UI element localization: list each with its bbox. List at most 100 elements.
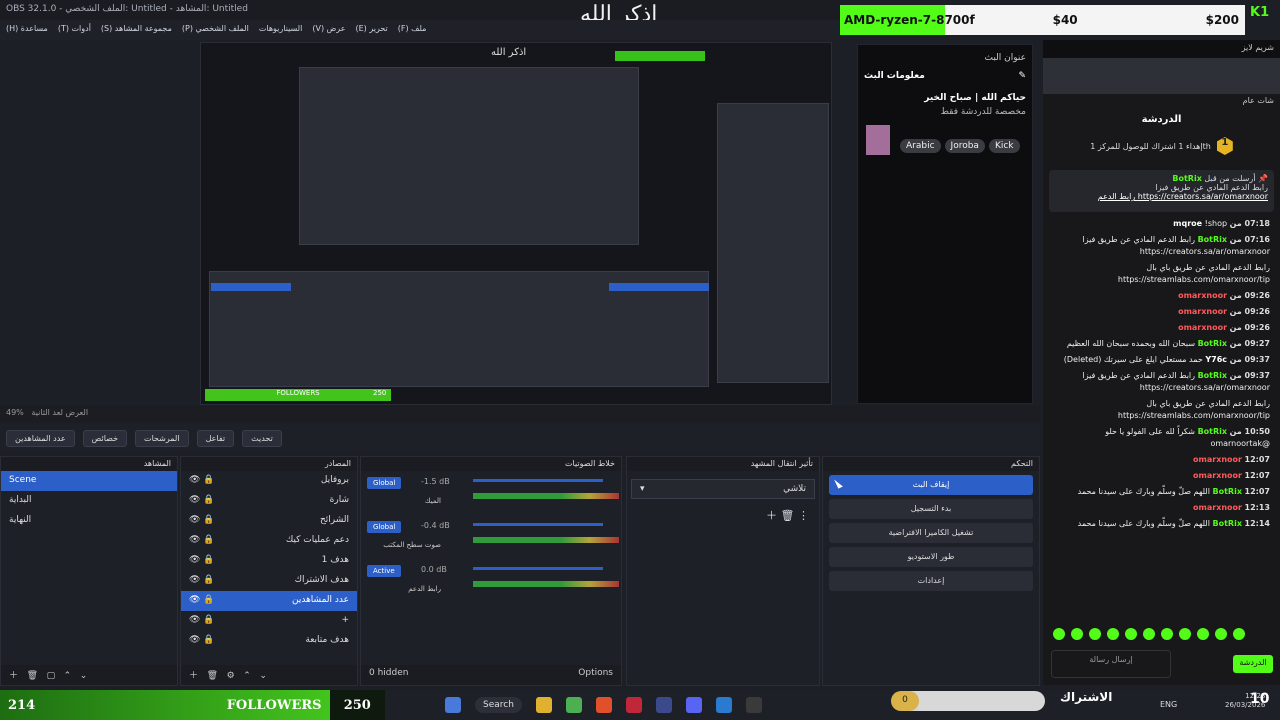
menu-scenarios[interactable]: السيناريوهات <box>259 24 302 36</box>
chat-send-button[interactable]: الدردشة <box>1233 655 1273 673</box>
chat-message: رابط الدعم المادي عن طريق باي بال https:… <box>1117 263 1270 284</box>
emote-icon[interactable] <box>1233 628 1245 640</box>
language-indicator[interactable]: ENG <box>1160 700 1177 709</box>
source-item[interactable]: 🔒 👁 شارة <box>181 491 357 511</box>
scene-item[interactable]: النهاية <box>1 511 177 531</box>
visibility-lock-icon[interactable]: 🔒 👁 <box>189 595 215 605</box>
preview-status-strip: 49% العرض لعد الثانية <box>0 405 1040 423</box>
emote-icon[interactable] <box>1053 628 1065 640</box>
stop-streaming-button[interactable]: إيقاف البث <box>829 475 1033 495</box>
scenes-title: المشاهد <box>1 457 177 471</box>
chrome-icon[interactable] <box>565 697 582 713</box>
chevron-down-icon: ▾ <box>640 484 645 494</box>
source-item[interactable]: 🔒 👁 دعم عمليات كيك <box>181 531 357 551</box>
source-item[interactable]: 🔒 👁 + <box>181 611 357 631</box>
app-icon[interactable] <box>625 697 642 713</box>
visibility-lock-icon[interactable]: 🔒 👁 <box>189 635 215 645</box>
taskbar-search[interactable]: Search <box>475 697 522 713</box>
pin-icon[interactable]: 📌 <box>1258 174 1268 183</box>
chat-input[interactable]: إرسال رسالة <box>1051 650 1171 678</box>
emote-icon[interactable] <box>1143 628 1155 640</box>
tag-arabic[interactable]: Arabic <box>900 139 941 153</box>
menu-edit[interactable]: تحرير (E) <box>355 24 387 36</box>
windows-start-icon[interactable] <box>445 697 461 713</box>
menu-profile[interactable]: الملف الشخصي (P) <box>182 24 249 36</box>
subscribe-text: الاشتراك <box>1060 690 1113 704</box>
chat-message: 12:14 BotRix اللهم صلّ وسلّم وبارك على س… <box>1077 519 1270 528</box>
subscribe-progress-badge: 0 <box>891 691 919 711</box>
menu-bar: ملف (F) تحرير (E) عرض (V) السيناريوهات ا… <box>0 20 840 40</box>
chat-video-strip <box>1043 58 1280 94</box>
volume-slider[interactable] <box>473 523 603 526</box>
emote-icon[interactable] <box>1071 628 1083 640</box>
menu-view[interactable]: عرض (V) <box>312 24 345 36</box>
visibility-lock-icon[interactable]: 🔒 👁 <box>189 575 215 585</box>
emote-icon[interactable] <box>1089 628 1101 640</box>
brave-icon[interactable] <box>595 697 612 713</box>
tag-joroba[interactable]: Joroba <box>944 139 985 153</box>
sources-title: المصادر <box>181 457 357 471</box>
source-item[interactable]: 🔒 👁 بروفايل <box>181 471 357 491</box>
settings-button[interactable]: إعدادات <box>829 571 1033 591</box>
volume-slider[interactable] <box>473 567 603 570</box>
interact-button[interactable]: تفاعل <box>196 429 235 447</box>
source-item[interactable]: 🔒 👁 هدف متابعة <box>181 631 357 651</box>
source-item[interactable]: 🔒 👁 هدف الاشتراك <box>181 571 357 591</box>
visibility-lock-icon[interactable]: 🔒 👁 <box>189 615 215 625</box>
file-explorer-icon[interactable] <box>535 697 552 713</box>
chat-message: 09:26 من omarxnoor <box>1178 307 1270 316</box>
transition-select[interactable]: تلاشي ▾ <box>631 479 815 499</box>
start-recording-button[interactable]: بدء التسجيل <box>829 499 1033 519</box>
visibility-lock-icon[interactable]: 🔒 👁 <box>189 495 215 505</box>
track-name: الميك <box>424 497 441 505</box>
chat-message: 07:16 من BotRix رابط الدعم المادي عن طري… <box>1082 235 1270 256</box>
preview-stop-button <box>609 283 709 291</box>
steam-icon[interactable] <box>655 697 672 713</box>
volume-slider[interactable] <box>473 479 603 482</box>
source-item[interactable]: 🔒 👁 عدد المشاهدين <box>181 591 357 611</box>
visibility-lock-icon[interactable]: 🔒 👁 <box>189 515 215 525</box>
stream-tags: Arabic Joroba Kick <box>900 139 1020 153</box>
scenes-dock: المشاهد Scene البداية النهاية ＋ 🗑 ▢ ⌃ ⌄ <box>0 456 178 686</box>
menu-tools[interactable]: أدوات (T) <box>58 24 91 36</box>
emote-icon[interactable] <box>1179 628 1191 640</box>
transition-actions[interactable]: ＋ 🗑 ⋮ <box>627 507 819 523</box>
studio-mode-button[interactable]: طور الاستوديو <box>829 547 1033 567</box>
pinned-message[interactable]: 📌 أرسلت من قبل BotRix رابط الدعم المادي … <box>1049 170 1274 212</box>
track-mode-badge[interactable]: Global <box>367 521 402 533</box>
properties-button[interactable]: خصائص <box>82 429 128 447</box>
source-item[interactable]: 🔒 👁 هدف 1 <box>181 551 357 571</box>
pinned-link[interactable]: https://creators.sa/ar/omarxnoor رابط ال… <box>1055 192 1268 201</box>
zoom-level[interactable]: 49% <box>6 408 24 417</box>
visibility-lock-icon[interactable]: 🔒 👁 <box>189 535 215 545</box>
track-mode-badge[interactable]: Active <box>367 565 401 577</box>
chat-message: 09:26 من omarxnoor <box>1178 291 1270 300</box>
track-mode-badge[interactable]: Global <box>367 477 402 489</box>
visibility-lock-icon[interactable]: 🔒 👁 <box>189 555 215 565</box>
edit-icon[interactable]: ✎ <box>1018 71 1026 81</box>
virtual-camera-button[interactable]: تشغيل الكاميرا الافتراضية <box>829 523 1033 543</box>
program-preview[interactable]: اذكر الله FOLLOWERS 250 <box>200 42 832 405</box>
menu-scene-collection[interactable]: مجموعة المشاهد (S) <box>101 24 172 36</box>
visibility-lock-icon[interactable]: 🔒 👁 <box>189 475 215 485</box>
filters-button[interactable]: المرشحات <box>135 429 189 447</box>
mixer-options-button[interactable]: Options <box>578 668 613 678</box>
scene-item[interactable]: البداية <box>1 491 177 511</box>
refresh-button[interactable]: تحديث <box>242 429 282 447</box>
viewer-count-source: عدد المشاهدين <box>6 429 75 447</box>
chat-message: 09:37 من BotRix رابط الدعم المادي عن طري… <box>1082 371 1270 392</box>
scene-item[interactable]: Scene <box>1 471 177 491</box>
emote-icon[interactable] <box>1107 628 1119 640</box>
vscode-icon[interactable] <box>715 697 732 713</box>
chat-message: 10:50 من BotRix شكراً لله على الفولو يا … <box>1105 427 1270 448</box>
emote-icon[interactable] <box>1161 628 1173 640</box>
tag-kick[interactable]: Kick <box>988 139 1020 153</box>
menu-help[interactable]: مساعدة (H) <box>6 24 48 36</box>
emote-icon[interactable] <box>1125 628 1137 640</box>
obs-icon[interactable] <box>745 697 762 713</box>
emote-icon[interactable] <box>1215 628 1227 640</box>
discord-icon[interactable] <box>685 697 702 713</box>
menu-file[interactable]: ملف (F) <box>398 24 427 36</box>
emote-icon[interactable] <box>1197 628 1209 640</box>
source-item[interactable]: 🔒 👁 الشرائح <box>181 511 357 531</box>
